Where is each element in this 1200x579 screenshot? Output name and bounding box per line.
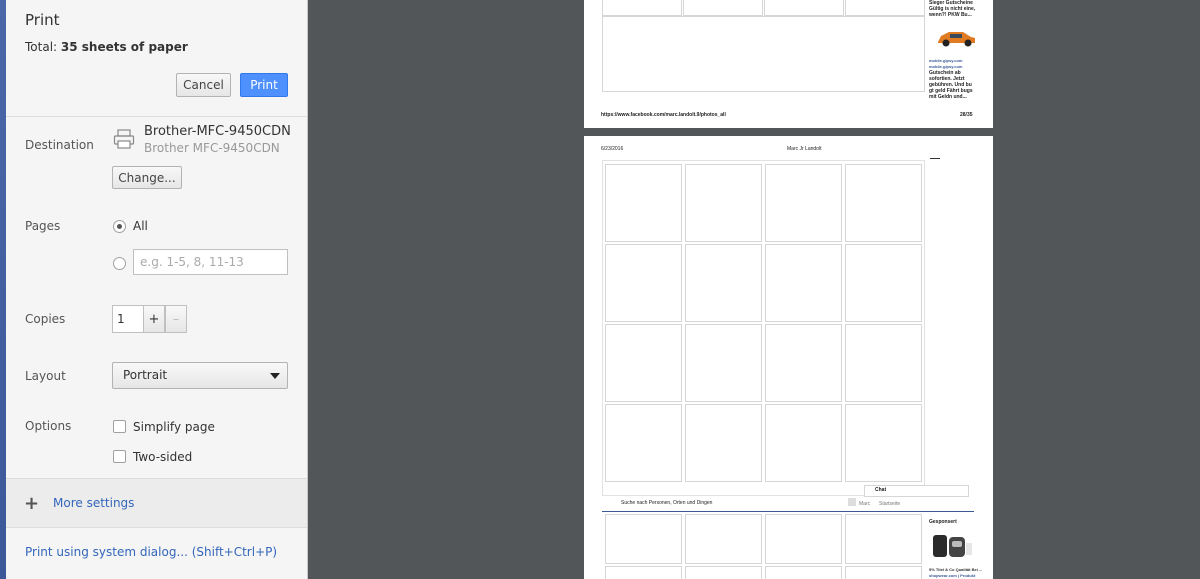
photo-cell xyxy=(765,164,842,242)
photo-cell xyxy=(765,514,842,564)
facebook-header-line xyxy=(602,511,974,512)
ad-text-top: Sieger Gutscheine Gültig is nicht eine, … xyxy=(929,0,976,18)
photo-cell xyxy=(685,404,762,482)
system-dialog-link[interactable]: Print using system dialog... (Shift+Ctrl… xyxy=(25,545,277,559)
copies-input[interactable]: 1 xyxy=(112,305,144,333)
photo-cell xyxy=(764,0,844,16)
pages-all-radio[interactable] xyxy=(113,220,126,233)
photo-cell xyxy=(845,244,922,322)
photo-cell xyxy=(605,566,682,579)
dialog-title: Print xyxy=(25,11,60,29)
pages-label: Pages xyxy=(25,219,61,233)
copies-increment-button[interactable]: + xyxy=(143,305,165,333)
page-footer-url: https://www.facebook.com/marc.landolt.9/… xyxy=(601,112,726,118)
print-sidebar: Print Total: 35 sheets of paper Cancel P… xyxy=(6,0,308,579)
total-label: Total: xyxy=(25,40,58,54)
photo-cell xyxy=(765,566,842,579)
page-author: Marc Jr Landolt xyxy=(787,146,822,152)
more-settings-label: More settings xyxy=(53,496,135,510)
dash-mark xyxy=(930,158,940,159)
photo-cell xyxy=(845,0,925,16)
sponsored-label: Gesponsert xyxy=(929,519,957,525)
pages-range-radio[interactable] xyxy=(113,257,126,270)
printer-name: Brother-MFC-9450CDN xyxy=(144,124,291,139)
page-number: 28/35 xyxy=(960,112,973,118)
photo-cell xyxy=(845,566,922,579)
photo-cell xyxy=(845,324,922,402)
photo-cell xyxy=(765,404,842,482)
preview-page-29: 6/23/2016 Marc Jr Landolt Chat Suche nac… xyxy=(584,136,993,579)
layout-label: Layout xyxy=(25,369,66,383)
layout-select[interactable]: Portrait xyxy=(112,362,288,389)
options-label: Options xyxy=(25,419,72,433)
copies-decrement-button[interactable]: – xyxy=(165,305,187,333)
total-value: 35 sheets of paper xyxy=(60,40,188,54)
plus-icon: + xyxy=(24,493,40,514)
content-area xyxy=(602,16,925,92)
preview-page-28: Sieger Gutscheine Gültig is nicht eine, … xyxy=(584,0,993,128)
photo-cell xyxy=(602,0,682,16)
printer-subtitle: Brother MFC-9450CDN xyxy=(144,141,280,155)
chevron-down-icon xyxy=(270,373,280,379)
photo-cell xyxy=(685,324,762,402)
car-ad-image xyxy=(935,26,977,48)
photo-cell xyxy=(845,404,922,482)
two-sided-label: Two-sided xyxy=(133,450,193,464)
ad-link[interactable]: shopwear.com | Produkt xyxy=(929,573,975,578)
ad-link-2[interactable]: mobile.gipsy.com xyxy=(929,64,963,69)
photo-cell xyxy=(765,324,842,402)
ad-text: Gutschein ab sofortien. Jetzt gebühren. … xyxy=(929,70,973,100)
destination-label: Destination xyxy=(25,138,94,152)
photo-cell xyxy=(765,244,842,322)
print-button[interactable]: Print xyxy=(240,73,288,97)
photo-cell xyxy=(685,164,762,242)
photo-cell xyxy=(605,244,682,322)
more-settings-toggle[interactable]: + More settings xyxy=(6,478,307,528)
nav-start: Startseite xyxy=(879,501,901,507)
photo-cell xyxy=(683,0,763,16)
copies-label: Copies xyxy=(25,312,66,326)
cancel-button[interactable]: Cancel xyxy=(176,73,231,97)
product-ad-image xyxy=(929,531,973,561)
simplify-page-checkbox[interactable] xyxy=(113,420,126,433)
layout-value: Portrait xyxy=(123,368,168,382)
photo-cell xyxy=(605,324,682,402)
total-sheets: Total: 35 sheets of paper xyxy=(25,40,188,54)
photo-cell xyxy=(605,514,682,564)
printer-icon xyxy=(113,129,135,149)
nav-home: Marc xyxy=(859,501,871,507)
page-date: 6/23/2016 xyxy=(601,146,624,152)
photo-cell xyxy=(605,164,682,242)
pages-all-label: All xyxy=(133,219,148,233)
avatar xyxy=(848,498,856,506)
photo-cell xyxy=(685,244,762,322)
photo-cell xyxy=(685,514,762,564)
photo-cell xyxy=(685,566,762,579)
photo-cell xyxy=(605,404,682,482)
ad-link[interactable]: mobile.gipsy.com xyxy=(929,58,963,63)
pages-range-input[interactable]: e.g. 1-5, 8, 11-13 xyxy=(133,249,288,275)
two-sided-checkbox[interactable] xyxy=(113,450,126,463)
photo-cell xyxy=(845,164,922,242)
chat-label: Chat xyxy=(875,487,887,493)
simplify-page-label: Simplify page xyxy=(133,420,215,434)
search-text: Suche nach Personen, Orten und Dingen xyxy=(621,500,713,506)
change-destination-button[interactable]: Change... xyxy=(112,166,182,189)
ad-text: 5% Titel & Co Qualität Bei ... xyxy=(929,567,983,572)
photo-cell xyxy=(845,514,922,564)
print-header: Print Total: 35 sheets of paper Cancel P… xyxy=(6,0,307,117)
